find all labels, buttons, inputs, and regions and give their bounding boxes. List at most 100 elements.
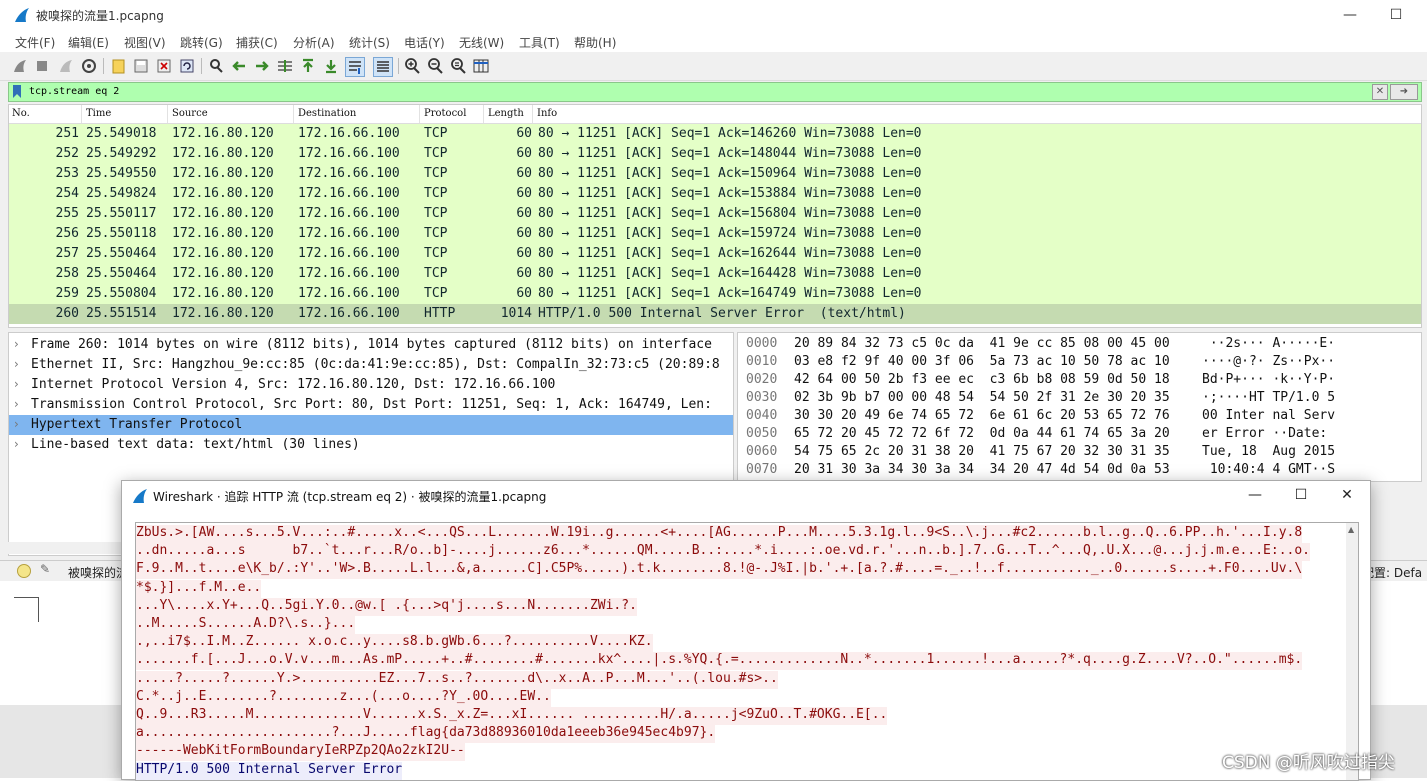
cell-no: 256 [55,226,79,241]
detail-tree-item[interactable]: › Frame 260: 1014 bytes on wire (8112 bit… [9,335,733,355]
packet-row[interactable]: 253 25.549550 172.16.80.120 172.16.66.100 TC… [9,164,1421,184]
apply-filter-icon[interactable]: ➜ [1390,84,1418,100]
hex-row[interactable]: 0070 20 31 30 3a 34 30 3a 34 34 20 47 4d … [738,461,1421,479]
go-back-icon[interactable] [230,57,248,75]
column-header-destination[interactable]: Destination [298,108,356,119]
start-capture-icon[interactable] [11,57,29,75]
cell-destination: 172.16.66.100 [298,306,400,321]
packet-list: No. Time Source Destination Protocol Len… [8,104,1422,328]
hex-row[interactable]: 0040 30 30 20 49 6e 74 65 72 6e 61 6c 20 … [738,407,1421,425]
minimize-icon[interactable]: — [1340,5,1360,25]
reload-file-icon[interactable] [178,57,196,75]
resize-columns-icon[interactable] [472,57,490,75]
cell-protocol: TCP [424,266,448,281]
hex-row[interactable]: 0020 42 64 00 50 2b f3 ee ec c3 6b b8 08 … [738,371,1421,389]
menu-help[interactable]: 帮助(H) [574,34,616,51]
expert-info-icon[interactable] [17,564,31,578]
menu-wireless[interactable]: 无线(W) [459,34,504,51]
packet-row[interactable]: 258 25.550464 172.16.80.120 172.16.66.100 TC… [9,264,1421,284]
cell-no: 259 [55,286,79,301]
packet-row[interactable]: 251 25.549018 172.16.80.120 172.16.66.100 TC… [9,124,1421,144]
restart-capture-icon[interactable] [57,57,75,75]
menu-go[interactable]: 跳转(G) [180,34,223,51]
chevron-right-icon[interactable]: › [14,397,19,411]
column-header-length[interactable]: Length [488,108,524,119]
dialog-close-icon[interactable]: ✕ [1337,485,1357,505]
detail-tree-item[interactable]: › Line-based text data: text/html (30 lin… [9,435,733,455]
bookmark-icon[interactable] [12,85,22,98]
column-header-no[interactable]: No. [12,108,30,119]
autoscroll-icon[interactable] [345,57,365,77]
capture-options-icon[interactable] [80,57,98,75]
stream-vertical-scrollbar[interactable]: ▲ [1346,523,1358,780]
cell-time: 25.549292 [86,146,157,161]
detail-tree-item[interactable]: › Ethernet II, Src: Hangzhou_9e:cc:85 (0c… [9,355,733,375]
csdn-watermark: CSDN @听风吹过指尖 [1222,753,1395,773]
colorize-icon[interactable] [373,57,393,77]
go-forward-icon[interactable] [253,57,271,75]
close-file-icon[interactable] [155,57,173,75]
comment-edit-icon[interactable]: ✎ [40,562,50,576]
chevron-right-icon[interactable]: › [14,377,19,391]
chevron-right-icon[interactable]: › [14,437,19,451]
status-file-name: 被嗅探的流 [68,566,129,580]
hex-row[interactable]: 0060 54 75 65 2c 20 31 38 20 41 75 67 20 … [738,443,1421,461]
hex-row[interactable]: 0000 20 89 84 32 73 c5 0c da 41 9e cc 85 … [738,335,1421,353]
hex-offset: 0060 [746,444,778,459]
go-last-icon[interactable] [322,57,340,75]
cell-length: 60 [516,286,532,301]
chevron-right-icon[interactable]: › [14,417,19,431]
detail-tree-item[interactable]: › Internet Protocol Version 4, Src: 172.1… [9,375,733,395]
zoom-normal-icon[interactable] [449,57,467,75]
dialog-maximize-icon[interactable]: ☐ [1291,485,1311,505]
go-to-packet-icon[interactable] [276,57,294,75]
save-file-icon[interactable] [132,57,150,75]
display-filter-input[interactable] [29,83,1359,99]
dialog-minimize-icon[interactable]: — [1245,485,1265,505]
menu-analyze[interactable]: 分析(A) [293,34,335,51]
packet-row[interactable]: 256 25.550118 172.16.80.120 172.16.66.100 TC… [9,224,1421,244]
column-header-protocol[interactable]: Protocol [424,108,466,119]
maximize-icon[interactable]: ☐ [1386,5,1406,25]
hex-ascii: ····@·?· Zs··Px·· [1202,354,1336,369]
zoom-in-icon[interactable] [403,57,421,75]
cell-info: 80 → 11251 [ACK] Seq=1 Ack=146260 Win=73… [538,126,922,141]
cell-protocol: TCP [424,226,448,241]
hex-row[interactable]: 0050 65 72 20 45 72 72 6f 72 0d 0a 44 61 … [738,425,1421,443]
menu-view[interactable]: 视图(V) [124,34,166,51]
menu-statistics[interactable]: 统计(S) [349,34,390,51]
packet-row[interactable]: 259 25.550804 172.16.80.120 172.16.66.100 TC… [9,284,1421,304]
go-first-icon[interactable] [299,57,317,75]
cell-source: 172.16.80.120 [172,186,274,201]
menu-file[interactable]: 文件(F) [15,34,55,51]
stream-content[interactable]: ZbUs.>.[AW....s...5.V...:..#.....x..<...… [135,522,1359,781]
stop-capture-icon[interactable] [33,57,51,75]
packet-row[interactable]: 254 25.549824 172.16.80.120 172.16.66.100 TC… [9,184,1421,204]
packet-row[interactable]: 257 25.550464 172.16.80.120 172.16.66.100 TC… [9,244,1421,264]
find-packet-icon[interactable] [207,57,225,75]
menu-edit[interactable]: 编辑(E) [68,34,109,51]
packet-row[interactable]: 255 25.550117 172.16.80.120 172.16.66.100 TC… [9,204,1421,224]
packet-row[interactable]: 260 25.551514 172.16.80.120 172.16.66.100 HT… [9,304,1421,324]
zoom-out-icon[interactable] [426,57,444,75]
column-header-time[interactable]: Time [86,108,111,119]
detail-tree-item[interactable]: › Transmission Control Protocol, Src Port… [9,395,733,415]
status-profile[interactable]: 配置: Defa [1362,564,1422,581]
cell-length: 60 [516,186,532,201]
column-header-source[interactable]: Source [172,108,208,119]
packet-row[interactable]: 252 25.549292 172.16.80.120 172.16.66.100 TC… [9,144,1421,164]
column-header-info[interactable]: Info [537,108,557,119]
client-stream-line: ------WebKitFormBoundaryIeRPZp2QAo2zkI2U… [136,743,465,762]
clear-filter-icon[interactable]: ✕ [1372,84,1388,100]
menu-tools[interactable]: 工具(T) [519,34,560,51]
scroll-up-icon[interactable]: ▲ [1348,525,1354,534]
chevron-right-icon[interactable]: › [14,337,19,351]
menu-telephony[interactable]: 电话(Y) [404,34,445,51]
detail-tree-item[interactable]: › Hypertext Transfer Protocol [9,415,733,435]
window-title: 被嗅探的流量1.pcapng [36,9,164,23]
hex-row[interactable]: 0010 03 e8 f2 9f 40 00 3f 06 5a 73 ac 10 … [738,353,1421,371]
open-file-icon[interactable] [110,57,128,75]
chevron-right-icon[interactable]: › [14,357,19,371]
hex-row[interactable]: 0030 02 3b 9b b7 00 00 48 54 54 50 2f 31 … [738,389,1421,407]
menu-capture[interactable]: 捕获(C) [236,34,278,51]
